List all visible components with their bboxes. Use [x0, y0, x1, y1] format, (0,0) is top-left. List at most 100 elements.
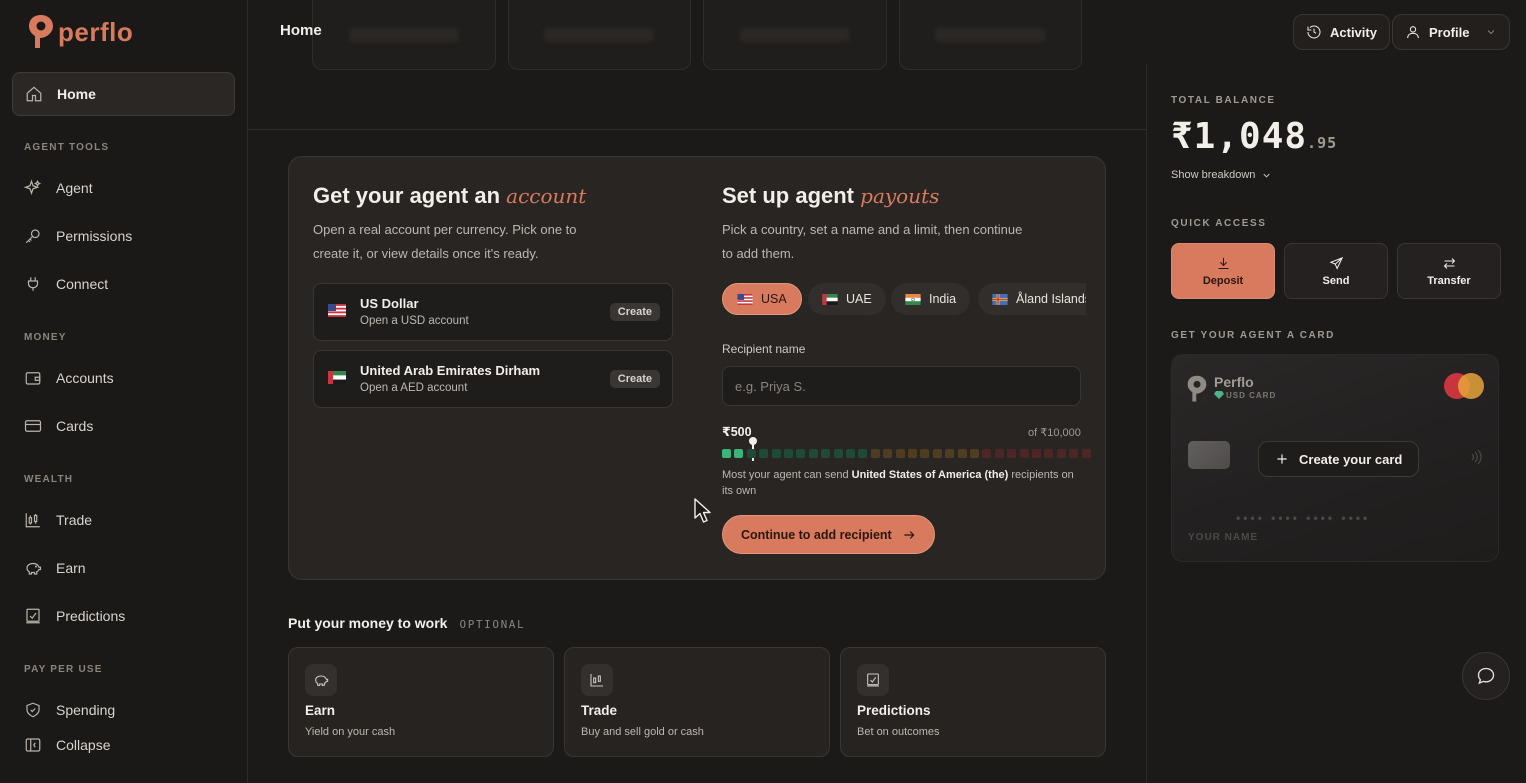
agent-card-preview: Perflo USD CARD Create your card •••• ••…: [1171, 354, 1499, 562]
section-label-agent-tools: AGENT TOOLS: [24, 142, 110, 153]
work-card-title: Earn: [305, 703, 336, 718]
country-label: USA: [761, 292, 787, 306]
country-label: Åland Islands: [1016, 292, 1086, 306]
perflo-logo-icon: [29, 15, 53, 48]
transfer-button[interactable]: Transfer: [1397, 243, 1501, 299]
limit-segment: [920, 449, 930, 458]
account-description: Open a real account per currency. Pick o…: [313, 222, 577, 261]
balance-cents: .95: [1307, 134, 1338, 152]
work-card-title: Trade: [581, 703, 618, 718]
sidebar-item-label: Trade: [56, 512, 93, 528]
mouse-cursor-icon: [694, 498, 711, 523]
limit-segment: [833, 449, 843, 458]
country-chip-usa[interactable]: USA: [722, 283, 802, 315]
sidebar-item-accounts[interactable]: Accounts: [24, 366, 114, 390]
total-balance-label: TOTAL BALANCE: [1171, 95, 1276, 106]
create-usd-account-button[interactable]: Create: [609, 303, 660, 321]
limit-segment: [784, 449, 793, 458]
deposit-button[interactable]: Deposit: [1171, 243, 1275, 299]
limit-segment: [1032, 449, 1041, 458]
sidebar-item-connect[interactable]: Connect: [24, 272, 108, 296]
sidebar-item-label: Spending: [56, 702, 116, 718]
brand-logo[interactable]: perflo: [28, 14, 133, 50]
key-icon: [25, 229, 40, 244]
us-flag-icon: [328, 304, 346, 317]
sidebar-item-spending[interactable]: Spending: [24, 698, 115, 722]
collapse-button[interactable]: Collapse: [24, 733, 110, 757]
limit-segment: [858, 449, 868, 458]
work-card-trade[interactable]: Trade Buy and sell gold or cash: [564, 647, 830, 757]
limit-segment: [932, 449, 942, 458]
collapse-sidebar-icon: [25, 738, 41, 752]
limit-segment: [870, 449, 880, 458]
sidebar-item-earn[interactable]: Earn: [24, 556, 86, 580]
create-aed-account-button[interactable]: Create: [609, 370, 660, 388]
sidebar-item-label: Home: [57, 86, 96, 102]
card-brand: Perflo: [1214, 374, 1254, 390]
limit-slider[interactable]: [722, 437, 1091, 461]
country-selector: USA UAE India Åland Islands: [722, 283, 1086, 317]
limit-segment: [908, 449, 917, 458]
deposit-label: Deposit: [1202, 274, 1244, 287]
work-title-text: Put your money to work: [288, 615, 448, 631]
prediction-chart-icon: [867, 673, 879, 687]
section-label-wealth: WEALTH: [24, 474, 74, 485]
paper-plane-icon: [1329, 256, 1343, 270]
history-icon: [1307, 25, 1321, 39]
work-card-sub: Bet on outcomes: [857, 726, 940, 738]
sidebar-item-permissions[interactable]: Permissions: [24, 224, 132, 248]
limit-segment: [895, 449, 905, 458]
card-sub: USD CARD: [1226, 391, 1277, 400]
limit-segment: [1019, 449, 1029, 458]
work-card-title: Predictions: [857, 703, 931, 718]
limit-segment: [1056, 449, 1066, 458]
home-icon: [26, 86, 42, 102]
chevron-down-icon: [1263, 173, 1270, 178]
limit-segment: [846, 449, 855, 458]
profile-button[interactable]: Profile: [1392, 14, 1511, 50]
limit-segment: [746, 449, 756, 458]
send-button[interactable]: Send: [1284, 243, 1388, 299]
balance-main: ₹1,048: [1171, 116, 1308, 157]
continue-add-recipient-button[interactable]: Continue to add recipient: [722, 515, 935, 554]
recipient-name-input[interactable]: [722, 366, 1081, 406]
sidebar-item-label: Earn: [56, 560, 86, 576]
country-chip-aland-islands[interactable]: Åland Islands: [978, 283, 1086, 315]
limit-segment: [945, 449, 955, 458]
sidebar-item-predictions[interactable]: Predictions: [24, 604, 125, 628]
work-card-predictions[interactable]: Predictions Bet on outcomes: [840, 647, 1106, 757]
account-option-aed[interactable]: United Arab Emirates Dirham Open a AED a…: [313, 350, 673, 408]
limit-segment: [771, 449, 781, 458]
mastercard-logo-icon: [1444, 373, 1484, 399]
prediction-chart-icon: [26, 608, 40, 624]
optional-tag: OPTIONAL: [459, 618, 526, 631]
create-card-button[interactable]: Create your card: [1258, 441, 1420, 477]
sidebar-item-cards[interactable]: Cards: [24, 414, 93, 438]
show-breakdown-toggle[interactable]: Show breakdown: [1171, 169, 1272, 181]
limit-segment: [1044, 449, 1054, 458]
work-section-title: Put your money to work OPTIONAL: [288, 615, 525, 631]
activity-button[interactable]: Activity: [1293, 14, 1390, 50]
sidebar-item-trade[interactable]: Trade: [24, 508, 92, 532]
limit-segment: [821, 449, 831, 458]
recipient-name-label: Recipient name: [722, 342, 806, 356]
country-chip-india[interactable]: India: [891, 283, 971, 315]
sidebar-item-home[interactable]: Home: [12, 72, 235, 116]
heading-text: Set up agent: [722, 183, 855, 208]
uae-flag-icon: [822, 293, 838, 305]
sidebar-item-agent[interactable]: Agent: [24, 176, 93, 200]
heading-accent: account: [506, 184, 587, 208]
download-icon: [1218, 257, 1228, 269]
profile-label: Profile: [1429, 24, 1470, 40]
limit-segment: [722, 449, 731, 458]
country-label: UAE: [846, 292, 872, 306]
limit-segment: [994, 449, 1004, 458]
activity-label: Activity: [1330, 24, 1377, 40]
limit-value: ₹500: [722, 425, 752, 439]
account-option-usd[interactable]: US Dollar Open a USD account Create: [313, 283, 673, 341]
chat-support-button[interactable]: [1462, 652, 1510, 700]
country-chip-uae[interactable]: UAE: [808, 283, 886, 315]
chat-bubble-icon: [1477, 667, 1495, 685]
work-card-earn[interactable]: Earn Yield on your cash: [288, 647, 554, 757]
limit-segment: [796, 449, 806, 458]
